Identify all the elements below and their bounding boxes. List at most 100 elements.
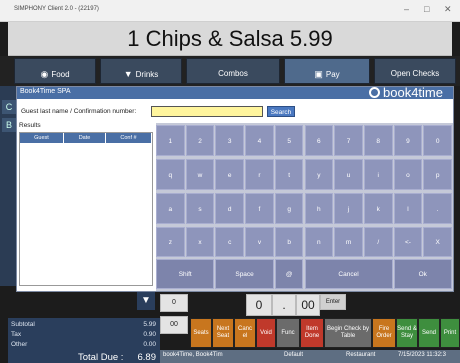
key-row2-9[interactable]: p xyxy=(423,159,452,190)
key-row4-0[interactable]: z xyxy=(156,227,185,257)
tab-open-checks[interactable]: Open Checks xyxy=(374,58,456,84)
action-button-6[interactable]: Begin Check by Table xyxy=(324,318,372,348)
key-row4-3[interactable]: v xyxy=(245,227,274,257)
key-row1-9[interactable]: 0 xyxy=(423,125,452,156)
other-value: 0.00 xyxy=(143,341,156,348)
key-row2-6[interactable]: u xyxy=(334,159,363,190)
tab-open-checks-label: Open Checks xyxy=(390,69,440,78)
action-button-5[interactable]: Item Done xyxy=(300,318,324,348)
numpad-display-0[interactable]: 0 xyxy=(246,294,272,316)
key-row2-5[interactable]: y xyxy=(304,159,334,190)
close-icon[interactable]: ✕ xyxy=(444,4,452,15)
key-row1-8[interactable]: 9 xyxy=(393,125,423,156)
key-row1-5[interactable]: 6 xyxy=(304,125,334,156)
key-row3-9[interactable]: . xyxy=(423,193,452,224)
key-row2-8[interactable]: o xyxy=(393,159,423,190)
key-row5-2[interactable]: @ xyxy=(274,259,304,289)
dialog-titlebar: Book4Time SPA book4time xyxy=(17,85,453,100)
numpad-display-dot[interactable]: . xyxy=(272,294,296,316)
order-line: 1 Chips & Salsa 5.99 xyxy=(127,26,333,51)
key-row4-9[interactable]: X xyxy=(423,227,452,257)
results-table[interactable]: Guest Date Conf # xyxy=(19,132,153,286)
enter-button[interactable]: Enter xyxy=(320,294,346,310)
action-button-2[interactable]: Canc el xyxy=(234,318,256,348)
key-row4-2[interactable]: c xyxy=(215,227,245,257)
key-row3-5[interactable]: h xyxy=(304,193,334,224)
maximize-icon[interactable]: □ xyxy=(424,4,429,14)
key-row3-2[interactable]: d xyxy=(215,193,245,224)
action-button-10[interactable]: Print xyxy=(440,318,460,348)
key-row3-4[interactable]: g xyxy=(274,193,304,224)
key-row3-8[interactable]: l xyxy=(393,193,423,224)
key-row4-5[interactable]: n xyxy=(304,227,334,257)
action-button-7[interactable]: Fire Order xyxy=(372,318,396,348)
key-row2-3[interactable]: r xyxy=(245,159,274,190)
key-row2-4[interactable]: t xyxy=(274,159,304,190)
left-strip-button-b[interactable]: B xyxy=(2,118,16,132)
action-button-3[interactable]: Void xyxy=(256,318,276,348)
tab-combos[interactable]: Combos xyxy=(186,58,280,84)
key-row5-4[interactable]: Ok xyxy=(393,259,452,289)
key-row2-0[interactable]: q xyxy=(156,159,185,190)
tab-combos-label: Combos xyxy=(218,69,248,78)
minimize-icon[interactable]: – xyxy=(404,4,409,14)
key-row4-1[interactable]: x xyxy=(185,227,215,257)
numpad-display-00[interactable]: 00 xyxy=(296,294,320,316)
key-row4-4[interactable]: b xyxy=(274,227,304,257)
key-row2-7[interactable]: i xyxy=(363,159,393,190)
tab-food[interactable]: ◉ Food xyxy=(14,58,96,84)
other-label: Other xyxy=(11,341,28,348)
key-row4-6[interactable]: m xyxy=(334,227,363,257)
key-row4-7[interactable]: / xyxy=(363,227,393,257)
key-row2-1[interactable]: w xyxy=(185,159,215,190)
key-row3-3[interactable]: f xyxy=(245,193,274,224)
key-row3-0[interactable]: a xyxy=(156,193,185,224)
key-row2-2[interactable]: e xyxy=(215,159,245,190)
key-row4-8[interactable]: <- xyxy=(393,227,423,257)
key-row1-6[interactable]: 7 xyxy=(334,125,363,156)
glass-icon: ▼ xyxy=(123,69,133,79)
status-mode: Default xyxy=(284,352,304,358)
book4time-dialog: Book4Time SPA book4time Guest last name … xyxy=(16,85,454,292)
action-button-1[interactable]: Next Seat xyxy=(212,318,234,348)
action-button-4[interactable]: Func xyxy=(276,318,300,348)
key-row1-0[interactable]: 1 xyxy=(156,125,185,156)
key-row3-1[interactable]: s xyxy=(185,193,215,224)
left-strip-button-c[interactable]: C xyxy=(2,100,16,114)
key-row1-2[interactable]: 3 xyxy=(215,125,245,156)
dialog-title: Book4Time SPA xyxy=(20,88,71,95)
guest-label: Guest last name / Confirmation number: xyxy=(21,108,137,115)
key-row1-1[interactable]: 2 xyxy=(185,125,215,156)
column-header-guest[interactable]: Guest xyxy=(20,133,64,143)
action-button-8[interactable]: Send & Stay xyxy=(396,318,418,348)
qty-field-2[interactable]: 00 xyxy=(160,316,188,334)
tab-pay[interactable]: ▣ Pay xyxy=(284,58,370,84)
status-datetime: 7/15/2023 11:32:3 xyxy=(398,352,446,358)
key-row3-7[interactable]: k xyxy=(363,193,393,224)
status-location: Restaurant xyxy=(346,352,376,358)
subtotal-value: 5.99 xyxy=(143,321,156,328)
tab-pay-label: Pay xyxy=(325,70,340,79)
results-label: Results xyxy=(19,122,41,129)
tax-value: 0.90 xyxy=(143,331,156,338)
key-row5-3[interactable]: Cancel xyxy=(304,259,393,289)
key-row5-1[interactable]: Space xyxy=(215,259,274,289)
scroll-down-icon[interactable]: ▼ xyxy=(137,292,155,310)
burger-icon: ◉ xyxy=(40,69,49,79)
action-button-9[interactable]: Send xyxy=(418,318,440,348)
key-row5-0[interactable]: Shift xyxy=(156,259,215,289)
qty-field-1[interactable]: 0 xyxy=(160,294,188,312)
column-header-date[interactable]: Date xyxy=(64,133,106,143)
search-button[interactable]: Search xyxy=(267,106,295,117)
total-due-label: Total Due : xyxy=(78,352,124,363)
key-row1-7[interactable]: 8 xyxy=(363,125,393,156)
status-app: book4Time, Book4Tim xyxy=(163,352,223,358)
key-row3-6[interactable]: j xyxy=(334,193,363,224)
key-row1-3[interactable]: 4 xyxy=(245,125,274,156)
tab-drinks-label: Drinks xyxy=(135,70,159,79)
key-row1-4[interactable]: 5 xyxy=(274,125,304,156)
action-button-0[interactable]: Seats xyxy=(190,318,212,348)
tab-drinks[interactable]: ▼ Drinks xyxy=(100,58,182,84)
guest-input[interactable] xyxy=(151,106,263,117)
column-header-conf[interactable]: Conf # xyxy=(106,133,152,143)
